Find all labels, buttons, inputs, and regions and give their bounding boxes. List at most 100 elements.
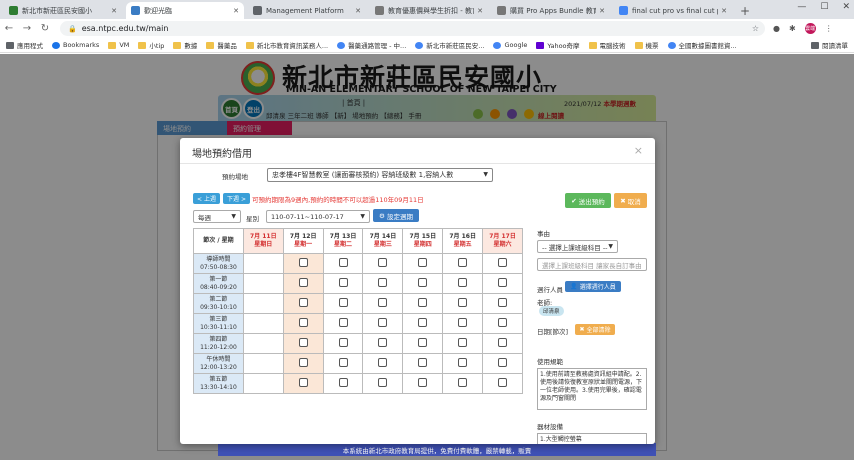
slot-checkbox[interactable]: [458, 318, 468, 327]
slot-checkbox[interactable]: [418, 378, 428, 387]
slot-checkbox[interactable]: [298, 358, 308, 367]
bookmark-item[interactable]: 數據: [173, 40, 197, 50]
slot-checkbox[interactable]: [498, 318, 508, 327]
slot-checkbox[interactable]: [378, 358, 388, 367]
tab-2[interactable]: Management Platform ✕: [248, 2, 366, 19]
slot-checkbox[interactable]: [338, 258, 348, 267]
slot-checkbox[interactable]: [498, 258, 508, 267]
slot-checkbox[interactable]: [458, 298, 468, 307]
back-icon[interactable]: ←: [0, 23, 18, 34]
slot-checkbox[interactable]: [378, 278, 388, 287]
slot-checkbox[interactable]: [378, 258, 388, 267]
bookmark-item[interactable]: 全國數據圖書館資...: [667, 40, 737, 50]
new-tab-button[interactable]: +: [740, 2, 750, 19]
reading-list[interactable]: 閱讀清單: [811, 40, 848, 50]
bookmark-item[interactable]: Bookmarks: [52, 41, 99, 49]
rules-textarea[interactable]: 1.使用前請至教務處資訊組申請配。2.使用後請恢復教室原狀並關閉電源，下一位老師…: [537, 368, 647, 410]
slot-checkbox[interactable]: [338, 378, 348, 387]
slot-checkbox[interactable]: [378, 338, 388, 347]
slot-checkbox[interactable]: [498, 358, 508, 367]
bookmark-item[interactable]: 醫藥品: [206, 40, 237, 50]
prev-week-button[interactable]: < 上週: [193, 193, 220, 204]
puzzle-icon[interactable]: ✱: [789, 24, 796, 33]
close-tab-icon[interactable]: ✕: [477, 7, 483, 15]
slot-checkbox[interactable]: [458, 338, 468, 347]
tab-1[interactable]: 歡迎光臨 ✕: [126, 2, 244, 19]
bookmark-item[interactable]: 小tip: [138, 40, 164, 50]
window-controls: — ☐ ✕: [797, 2, 850, 12]
slot-checkbox[interactable]: [338, 338, 348, 347]
equipment-textarea[interactable]: 1.大型觸控螢幕: [537, 433, 647, 444]
menu-icon[interactable]: ⋮: [825, 24, 833, 33]
cycle-select[interactable]: 每週 ▼: [193, 210, 241, 223]
slot-checkbox[interactable]: [418, 298, 428, 307]
tab-3[interactable]: 教育優惠價與學生折扣 - 教育...✕: [370, 2, 488, 19]
slot-checkbox[interactable]: [298, 258, 308, 267]
bookmark-item[interactable]: 新北市教育資訊業務人...: [245, 40, 328, 50]
slot-checkbox[interactable]: [298, 278, 308, 287]
slot-checkbox[interactable]: [498, 378, 508, 387]
avatar[interactable]: 雲端: [804, 23, 816, 34]
tab-5[interactable]: final cut pro vs final cut pro...✕: [614, 2, 732, 19]
slot-checkbox[interactable]: [298, 378, 308, 387]
bookmark-item[interactable]: 醫藥通路管理 - 中...: [337, 40, 406, 50]
slot-checkbox[interactable]: [378, 378, 388, 387]
bookmark-item[interactable]: 新北市新莊區民安...: [415, 40, 484, 50]
slot-checkbox[interactable]: [498, 278, 508, 287]
slot-checkbox[interactable]: [338, 298, 348, 307]
address-bar[interactable]: 🔒 esa.ntpc.edu.tw/main ☆: [60, 21, 765, 36]
bookmark-star-icon[interactable]: ☆: [752, 24, 759, 33]
tab-4[interactable]: 購買 Pro Apps Bundle 教育...✕: [492, 2, 610, 19]
close-window-icon[interactable]: ✕: [842, 2, 850, 12]
slot-checkbox[interactable]: [298, 298, 308, 307]
bookmark-item[interactable]: 應用程式: [6, 40, 43, 50]
slot-checkbox[interactable]: [498, 338, 508, 347]
slot-checkbox[interactable]: [458, 358, 468, 367]
slot-checkbox[interactable]: [338, 278, 348, 287]
slot-checkbox[interactable]: [458, 258, 468, 267]
slot-checkbox[interactable]: [418, 358, 428, 367]
teacher-chip[interactable]: 邱清泉: [539, 306, 564, 316]
reload-icon[interactable]: ↻: [36, 23, 54, 34]
period-header: 節次 / 星期: [193, 228, 244, 254]
slot-checkbox[interactable]: [418, 338, 428, 347]
forward-icon[interactable]: →: [18, 23, 36, 34]
extension-icon[interactable]: ●: [773, 24, 780, 33]
slot-checkbox[interactable]: [498, 298, 508, 307]
slot-checkbox[interactable]: [458, 278, 468, 287]
close-icon[interactable]: ×: [634, 144, 643, 157]
bookmark-item[interactable]: 電腦技術: [588, 40, 626, 50]
close-tab-icon[interactable]: ✕: [599, 7, 605, 15]
slot-checkbox[interactable]: [458, 378, 468, 387]
minimize-icon[interactable]: —: [797, 2, 806, 12]
bookmark-item[interactable]: VM: [108, 41, 129, 49]
slot-checkbox[interactable]: [418, 318, 428, 327]
reason-input[interactable]: 選擇上課班級科目 讓家長自訂事由: [537, 258, 647, 271]
next-week-button[interactable]: 下週 >: [223, 193, 250, 204]
submit-booking-button[interactable]: ✔ 送出預約: [565, 193, 611, 208]
slot-checkbox[interactable]: [418, 278, 428, 287]
reason-select[interactable]: -- 選擇上課班級科目 -- ▼: [537, 240, 618, 253]
slot-checkbox[interactable]: [418, 258, 428, 267]
close-tab-icon[interactable]: ✕: [721, 7, 727, 15]
venue-select[interactable]: 忠孝樓4F智慧教室 (讓面審核預約) 容納班級數 1,容納人數 ▼: [267, 168, 493, 182]
close-tab-icon[interactable]: ✕: [233, 7, 239, 15]
slot-checkbox[interactable]: [378, 298, 388, 307]
close-tab-icon[interactable]: ✕: [355, 7, 361, 15]
bookmark-item[interactable]: Yahoo奇摩: [536, 40, 580, 50]
slot-checkbox[interactable]: [338, 358, 348, 367]
bookmark-item[interactable]: Google: [493, 41, 527, 49]
select-participants-button[interactable]: 👤 選擇週行人員: [565, 281, 621, 292]
clear-all-button[interactable]: ✖ 全部清除: [575, 324, 615, 335]
bookmark-item[interactable]: 機票: [634, 40, 659, 50]
range-select[interactable]: 110-07-11~110-07-17 ▼: [266, 210, 370, 223]
set-cycle-button[interactable]: ⚙ 設定週期: [373, 209, 419, 222]
slot-checkbox[interactable]: [378, 318, 388, 327]
close-tab-icon[interactable]: ✕: [111, 7, 117, 15]
slot-checkbox[interactable]: [298, 318, 308, 327]
tab-0[interactable]: 新北市新莊區民安國小 ✕: [4, 2, 122, 19]
maximize-icon[interactable]: ☐: [820, 2, 828, 12]
slot-checkbox[interactable]: [338, 318, 348, 327]
cancel-button[interactable]: ✖ 取消: [614, 193, 647, 208]
slot-checkbox[interactable]: [298, 338, 308, 347]
